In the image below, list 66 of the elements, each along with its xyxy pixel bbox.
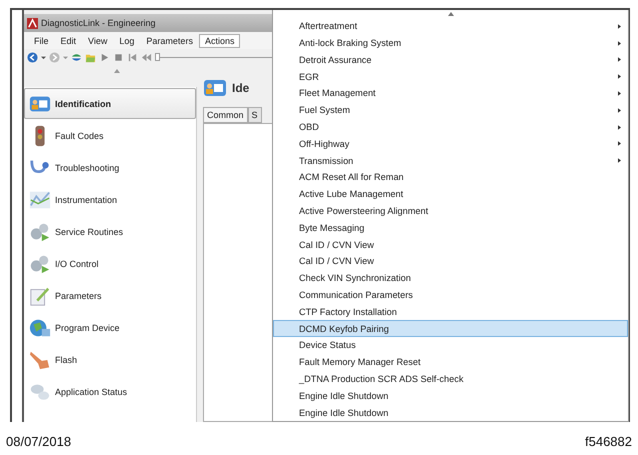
- submenu-arrow-icon: [618, 57, 621, 62]
- menu-item[interactable]: Detroit Assurance: [273, 51, 628, 68]
- sidebar-item[interactable]: Identification: [24, 88, 196, 119]
- menu-item[interactable]: Cal ID / CVN View: [273, 236, 628, 254]
- submenu-arrow-icon: [618, 74, 621, 80]
- sidebar-item[interactable]: Flash: [24, 344, 196, 375]
- sidebar-item[interactable]: Parameters: [24, 280, 196, 311]
- sidebar-item[interactable]: Service Routines: [24, 216, 196, 247]
- menu-item[interactable]: Parameters: [140, 34, 199, 48]
- page-heading: Ide: [232, 81, 250, 95]
- menu-item[interactable]: Aftertreatment: [273, 18, 628, 35]
- menu-item[interactable]: EGR: [273, 68, 628, 86]
- menu-item[interactable]: View: [82, 34, 114, 48]
- sidebar-item[interactable]: I/O Control: [24, 248, 196, 279]
- play-icon[interactable]: [99, 52, 110, 62]
- menu-item[interactable]: Engine Idle Shutdown: [273, 404, 628, 421]
- menu-item[interactable]: Transmission: [273, 152, 628, 170]
- submenu-arrow-icon: [618, 158, 621, 164]
- submenu-arrow-icon: [618, 24, 621, 29]
- menu-item[interactable]: OBD: [273, 118, 628, 136]
- tab[interactable]: S: [248, 107, 262, 123]
- dropdown-arrow-icon[interactable]: [41, 54, 46, 60]
- date-label: 08/07/2018: [6, 434, 72, 449]
- submenu-arrow-icon: [618, 40, 621, 46]
- logo-icon: [27, 18, 38, 28]
- slider-thumb[interactable]: [155, 53, 160, 61]
- menu-item[interactable]: Byte Messaging: [273, 219, 628, 236]
- sidebar-item[interactable]: Application Status: [24, 376, 196, 407]
- menu-item[interactable]: File: [28, 34, 55, 48]
- submenu-arrow-icon: [618, 90, 621, 96]
- rewind-icon[interactable]: [141, 52, 152, 62]
- sidebar-item[interactable]: Instrumentation: [24, 184, 196, 215]
- sidebar-item[interactable]: Troubleshooting: [24, 152, 196, 183]
- menu-item[interactable]: Active Powersteering Alignment: [273, 202, 628, 220]
- menu-item[interactable]: _DTNA Production SCR ADS Self-check: [273, 370, 628, 388]
- menu-item[interactable]: Edit: [54, 34, 82, 48]
- menu-item[interactable]: Cal ID / CVN View: [273, 253, 628, 270]
- menu-item[interactable]: Device Status: [273, 337, 628, 354]
- menu-item[interactable]: DCMD Keyfob Pairing: [273, 320, 628, 338]
- figure-id: f546882: [585, 434, 632, 449]
- sidebar-item[interactable]: Program Device: [24, 312, 196, 343]
- menu-item[interactable]: Off-Highway: [273, 135, 628, 152]
- menu-item[interactable]: Communication Parameters: [273, 286, 628, 304]
- scroll-up-icon[interactable]: [448, 12, 454, 16]
- menu-item[interactable]: Actions: [198, 34, 240, 48]
- submenu-arrow-icon: [618, 108, 621, 113]
- tab[interactable]: Common: [203, 107, 248, 123]
- menu-item[interactable]: Fuel System: [273, 102, 628, 119]
- collapse-icon[interactable]: [114, 69, 120, 73]
- menu-item[interactable]: Engine Idle Shutdown: [273, 387, 628, 404]
- sync-icon[interactable]: [71, 52, 82, 62]
- menu-item[interactable]: CTP Factory Installation: [273, 303, 628, 320]
- stop-icon[interactable]: [113, 52, 124, 62]
- menu-item[interactable]: ACM Reset All for Reman: [273, 169, 628, 186]
- menu-item[interactable]: Fleet Management: [273, 85, 628, 102]
- sidebar-item[interactable]: Fault Codes: [24, 120, 196, 151]
- menu-item[interactable]: Fault Memory Manager Reset: [273, 354, 628, 371]
- window-title: DiagnosticLink - Engineering: [41, 18, 156, 28]
- skip-back-icon[interactable]: [127, 52, 138, 62]
- menu-item[interactable]: Log: [113, 34, 140, 48]
- submenu-arrow-icon: [618, 124, 621, 130]
- menu-item[interactable]: Check VIN Synchronization: [273, 270, 628, 287]
- menu-item[interactable]: Anti-lock Braking System: [273, 34, 628, 52]
- back-icon[interactable]: [27, 52, 38, 62]
- submenu-arrow-icon: [618, 141, 621, 146]
- menu-item[interactable]: Active Lube Management: [273, 186, 628, 203]
